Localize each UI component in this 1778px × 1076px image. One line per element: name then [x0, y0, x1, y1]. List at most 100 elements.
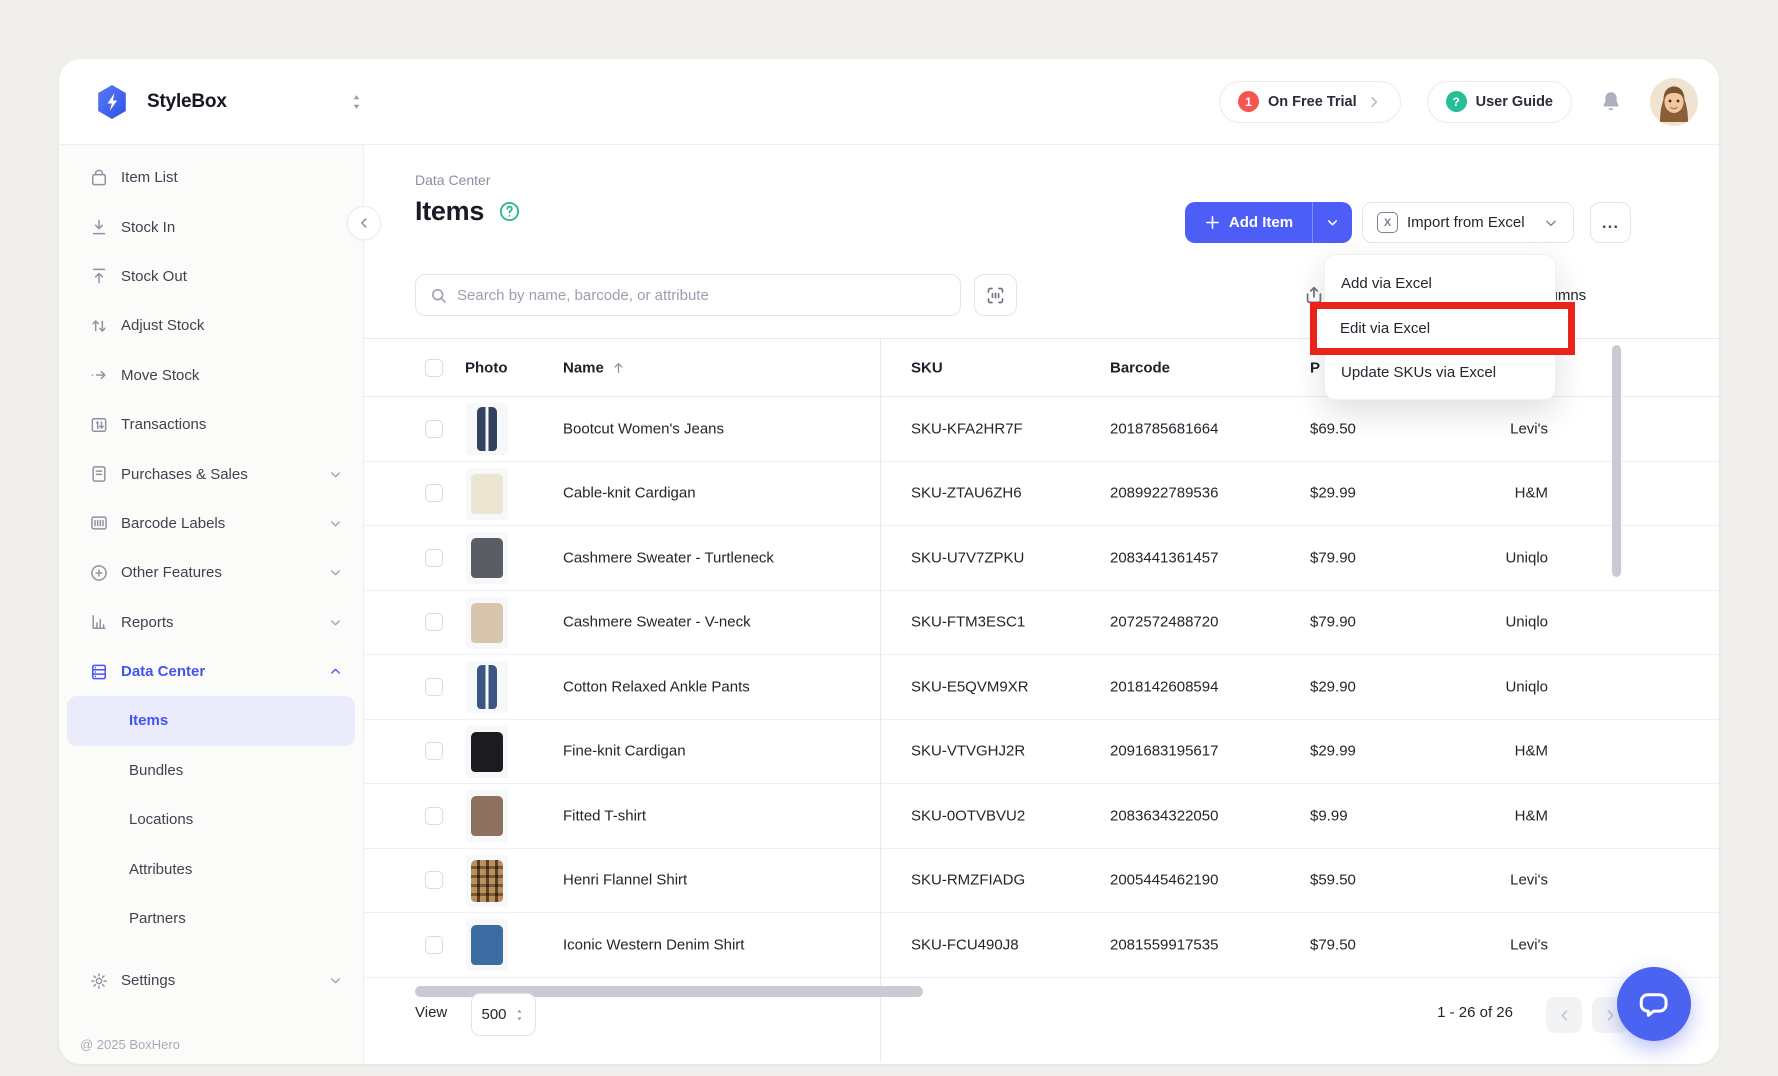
more-actions-button[interactable]: ...	[1590, 202, 1631, 243]
user-avatar[interactable]	[1650, 78, 1698, 126]
column-header-barcode[interactable]: Barcode	[1110, 359, 1170, 376]
chevron-down-icon	[328, 565, 343, 580]
import-from-excel-button[interactable]: X Import from Excel	[1362, 202, 1574, 243]
table-row[interactable]: Henri Flannel ShirtSKU-RMZFIADG200544546…	[364, 849, 1719, 914]
item-brand: Uniqlo	[1404, 678, 1548, 695]
item-price: $29.90	[1310, 678, 1356, 695]
chat-bubble-icon	[1637, 987, 1671, 1021]
item-price: $59.50	[1310, 872, 1356, 889]
item-sku: SKU-RMZFIADG	[911, 872, 1025, 889]
add-item-label: Add Item	[1229, 214, 1293, 231]
column-header-sku[interactable]: SKU	[911, 359, 943, 376]
sidebar-subitem-bundles[interactable]: Bundles	[67, 746, 355, 795]
sidebar-item-stock-in[interactable]: Stock In	[59, 202, 363, 251]
item-list-icon	[89, 168, 109, 188]
table-row[interactable]: Bootcut Women's JeansSKU-KFA2HR7F2018785…	[364, 397, 1719, 462]
chat-support-button[interactable]	[1617, 967, 1691, 1041]
row-checkbox[interactable]	[425, 936, 443, 954]
row-checkbox[interactable]	[425, 613, 443, 631]
table-row[interactable]: Cotton Relaxed Ankle PantsSKU-E5QVM9XR20…	[364, 655, 1719, 720]
topbar: StyleBox 1 On Free Trial ? User Guide	[59, 59, 1719, 145]
item-photo	[466, 919, 508, 971]
sidebar-subitem-locations[interactable]: Locations	[67, 795, 355, 844]
sidebar-item-data-center[interactable]: Data Center	[59, 647, 363, 696]
row-checkbox[interactable]	[425, 742, 443, 760]
sidebar-subitem-items[interactable]: Items	[67, 696, 355, 745]
item-name: Fine-knit Cardigan	[563, 743, 686, 760]
column-header-name[interactable]: Name	[563, 359, 626, 376]
table-row[interactable]: Fitted T-shirtSKU-0OTVBVU22083634322050$…	[364, 784, 1719, 849]
item-price: $79.90	[1310, 614, 1356, 631]
row-checkbox[interactable]	[425, 549, 443, 567]
page-size-select[interactable]: 500	[471, 993, 536, 1036]
row-checkbox[interactable]	[425, 871, 443, 889]
table-row[interactable]: Iconic Western Denim ShirtSKU-FCU490J820…	[364, 913, 1719, 978]
sidebar-item-settings[interactable]: Settings	[59, 956, 363, 1005]
chevron-down-icon	[328, 516, 343, 531]
frozen-column-divider	[880, 338, 881, 1062]
item-sku: SKU-0OTVBVU2	[911, 807, 1025, 824]
add-item-dropdown-toggle[interactable]	[1312, 202, 1352, 243]
search-input[interactable]	[457, 287, 947, 304]
column-header-price[interactable]: P	[1310, 359, 1320, 376]
sidebar-nav: Item ListStock InStock Out Adjust Stock Mo…	[59, 153, 363, 1006]
user-guide-button[interactable]: ? User Guide	[1427, 81, 1572, 123]
row-checkbox[interactable]	[425, 420, 443, 438]
sidebar-item-label: Data Center	[121, 663, 205, 680]
workspace-switcher-icon[interactable]	[349, 91, 364, 113]
item-barcode: 2083441361457	[1110, 549, 1218, 566]
chevron-down-icon	[1325, 215, 1340, 230]
table-body: Bootcut Women's JeansSKU-KFA2HR7F2018785…	[364, 397, 1719, 978]
sidebar-collapse-button[interactable]	[347, 206, 381, 240]
item-sku: SKU-U7V7ZPKU	[911, 549, 1024, 566]
table-row[interactable]: Cable-knit CardiganSKU-ZTAU6ZH6208992278…	[364, 462, 1719, 527]
sidebar-item-barcode-labels[interactable]: Barcode Labels	[59, 499, 363, 548]
table-row[interactable]: Cashmere Sweater - V-neckSKU-FTM3ESC1207…	[364, 591, 1719, 656]
select-all-checkbox[interactable]	[425, 359, 443, 377]
notifications-bell-icon[interactable]	[1598, 89, 1624, 115]
item-name: Cashmere Sweater - Turtleneck	[563, 549, 774, 566]
sidebar-item-other-features[interactable]: Other Features	[59, 548, 363, 597]
topbar-actions: 1 On Free Trial ? User Guide	[1219, 78, 1698, 126]
sidebar-item-item-list[interactable]: Item List	[59, 153, 363, 202]
barcode-scan-button[interactable]	[974, 274, 1017, 316]
sidebar-subitem-attributes[interactable]: Attributes	[67, 844, 355, 893]
item-sku: SKU-FCU490J8	[911, 936, 1019, 953]
barcode-labels-icon	[89, 513, 109, 533]
table-row[interactable]: Fine-knit CardiganSKU-VTVGHJ2R2091683195…	[364, 720, 1719, 785]
sidebar-subitem-partners[interactable]: Partners	[67, 894, 355, 943]
previous-page-button[interactable]	[1546, 997, 1582, 1033]
highlighted-menu-item-edit-via-excel[interactable]: Edit via Excel	[1310, 302, 1575, 355]
add-item-button[interactable]: Add Item	[1185, 202, 1352, 243]
row-checkbox[interactable]	[425, 484, 443, 502]
sort-ascending-icon	[611, 360, 626, 375]
vertical-scrollbar[interactable]	[1612, 345, 1621, 577]
adjust-stock-icon	[89, 316, 109, 336]
sidebar-item-transactions[interactable]: Transactions	[59, 400, 363, 449]
settings-icon	[89, 971, 109, 991]
sidebar-item-stock-out[interactable]: Stock Out	[59, 252, 363, 301]
table-row[interactable]: Cashmere Sweater - Turtleneck SKU-U7V7ZPK…	[364, 526, 1719, 591]
item-photo	[466, 597, 508, 649]
row-checkbox[interactable]	[425, 678, 443, 696]
row-checkbox[interactable]	[425, 807, 443, 825]
column-header-photo[interactable]: Photo	[465, 359, 508, 376]
sidebar-item-move-stock[interactable]: Move Stock	[59, 351, 363, 400]
menu-item-update-skus-via-excel[interactable]: Update SKUs via Excel	[1325, 350, 1555, 395]
select-updown-icon	[513, 1006, 526, 1024]
menu-item-add-via-excel[interactable]: Add via Excel	[1325, 261, 1555, 306]
item-name: Henri Flannel Shirt	[563, 872, 687, 889]
free-trial-button[interactable]: 1 On Free Trial	[1219, 81, 1401, 123]
chevron-down-icon	[328, 973, 343, 988]
sidebar-item-adjust-stock[interactable]: Adjust Stock	[59, 301, 363, 350]
item-barcode: 2089922789536	[1110, 485, 1218, 502]
item-name: Cable-knit Cardigan	[563, 485, 696, 502]
chevron-up-icon	[328, 664, 343, 679]
sidebar-item-reports[interactable]: Reports	[59, 598, 363, 647]
page-size-value: 500	[481, 1006, 506, 1023]
sidebar-item-purchases-sales[interactable]: Purchases & Sales	[59, 449, 363, 498]
item-barcode: 2091683195617	[1110, 743, 1218, 760]
sidebar-item-label: Adjust Stock	[121, 317, 204, 334]
item-name: Bootcut Women's Jeans	[563, 420, 724, 437]
item-barcode: 2083634322050	[1110, 807, 1218, 824]
